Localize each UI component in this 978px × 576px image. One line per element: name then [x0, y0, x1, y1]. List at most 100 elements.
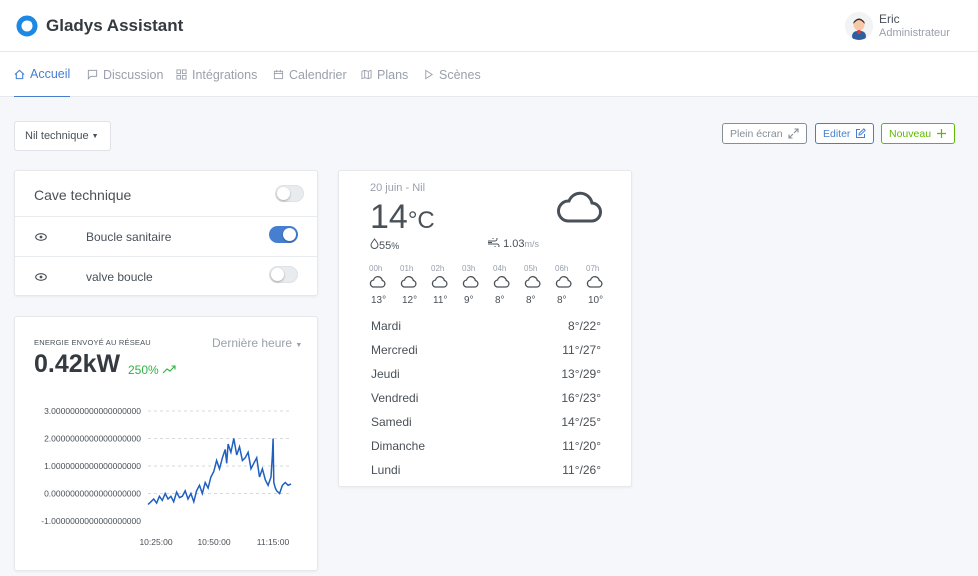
fullscreen-label: Plein écran — [730, 127, 783, 140]
humidity-value: 55 — [379, 240, 392, 252]
forecast-day-name: Vendredi — [371, 391, 419, 405]
energy-change: 250% — [128, 363, 176, 377]
boucle-sanitaire-toggle[interactable] — [269, 226, 298, 243]
forecast-day-name: Samedi — [371, 415, 412, 429]
calendar-icon — [273, 69, 284, 80]
weather-temperature: 14°C — [370, 198, 435, 237]
tab-plans[interactable]: Plans — [361, 52, 408, 97]
toggle-knob — [271, 268, 284, 281]
wind-icon — [488, 236, 500, 249]
wind-value: 1.03 — [503, 238, 525, 250]
humidity: 55% — [370, 238, 399, 252]
forecast-day-temperature: 11°/26° — [562, 463, 601, 477]
cloud-icon — [493, 276, 510, 288]
device-label-boucle-sanitaire: Boucle sanitaire — [86, 230, 172, 244]
wind: 1.03m/s — [487, 236, 539, 250]
forecast-day-row: Vendredi 16°/23° — [371, 391, 601, 405]
energy-series-line — [147, 438, 292, 506]
forecast-day-name: Jeudi — [371, 367, 400, 381]
caret-down-icon: ▼ — [91, 132, 99, 140]
hour-temperature: 12° — [402, 295, 418, 306]
x-tick-label: 11:15:00 — [257, 537, 290, 547]
tab-calendrier[interactable]: Calendrier — [273, 52, 347, 97]
forecast-day-name: Mardi — [371, 319, 402, 333]
tab-label: Intégrations — [192, 67, 258, 82]
x-tick-label: 10:25:00 — [139, 537, 172, 547]
period-select[interactable]: Dernière heure ▼ — [212, 336, 302, 350]
hour-temperature: 8° — [495, 295, 505, 306]
tab-label: Scènes — [439, 67, 481, 82]
cloud-icon — [369, 276, 386, 288]
weather-card: 20 juin - Nil 14°C 55% 1.03m/s 00h 13° 01h… — [338, 170, 632, 487]
toggle-knob — [277, 187, 290, 200]
energy-label: ENERGIE ENVOYÉ AU RÉSEAU — [34, 338, 151, 347]
cloud-icon — [586, 276, 603, 288]
valve-boucle-toggle[interactable] — [269, 266, 298, 283]
new-button[interactable]: Nouveau — [881, 123, 956, 144]
forecast-day-temperature: 14°/25° — [561, 415, 601, 429]
message-icon — [87, 69, 98, 80]
tab-integrations[interactable]: Intégrations — [176, 52, 257, 97]
temperature-value: 14 — [370, 198, 408, 236]
device-label-valve-boucle: valve boucle — [86, 270, 153, 284]
hour-label: 03h — [462, 264, 476, 273]
y-tick-label: 2.0000000000000000000 — [44, 434, 141, 444]
tab-discussion[interactable]: Discussion — [87, 52, 163, 97]
user-role: Administrateur — [879, 27, 950, 39]
hour-temperature: 10° — [588, 295, 604, 306]
gladys-logo-icon[interactable] — [16, 15, 38, 37]
droplet-icon — [370, 238, 379, 249]
period-value: Dernière heure — [212, 336, 293, 350]
user-name[interactable]: Eric — [879, 12, 900, 26]
house-select[interactable]: Nil technique ▼ — [14, 121, 111, 151]
user-avatar[interactable] — [845, 12, 873, 40]
wind-unit: m/s — [524, 239, 539, 249]
energy-chart: 3.0000000000000000000 2.00000000000000000… — [41, 406, 292, 547]
forecast-day-name: Lundi — [371, 463, 401, 477]
map-icon — [361, 69, 372, 80]
temperature-unit: °C — [407, 207, 435, 234]
hour-temperature: 8° — [557, 295, 567, 306]
caret-down-icon: ▼ — [295, 342, 303, 349]
hour-label: 02h — [431, 264, 445, 273]
cloud-icon — [557, 191, 602, 223]
hour-label: 01h — [400, 264, 414, 273]
top-header: Gladys Assistant Eric Administrateur — [0, 0, 978, 52]
eye-icon — [35, 273, 47, 281]
forecast-day-row: Lundi 11°/26° — [371, 463, 601, 477]
trending-up-icon — [162, 365, 176, 374]
chart-x-axis: 10:25:00 10:50:00 11:15:00 — [139, 537, 289, 547]
edit-button[interactable]: Editer — [815, 123, 875, 144]
forecast-day-row: Samedi 14°/25° — [371, 415, 601, 429]
cloud-icon — [462, 276, 479, 288]
tab-accueil[interactable]: Accueil — [14, 52, 71, 97]
forecast-day-temperature: 8°/22° — [568, 319, 601, 333]
home-icon — [14, 69, 25, 79]
divider — [15, 256, 317, 257]
chart-y-axis: 3.0000000000000000000 2.00000000000000000… — [41, 406, 141, 526]
energy-value: 0.42kW — [34, 350, 121, 378]
app-title[interactable]: Gladys Assistant — [46, 16, 183, 36]
cloud-icon — [431, 276, 448, 288]
y-tick-label: -1.0000000000000000000 — [41, 516, 141, 526]
tab-label: Accueil — [30, 67, 71, 81]
cloud-icon — [400, 276, 417, 288]
x-tick-label: 10:50:00 — [197, 537, 230, 547]
cloud-icon — [555, 276, 572, 288]
forecast-day-temperature: 13°/29° — [561, 367, 601, 381]
room-toggle[interactable] — [275, 185, 304, 202]
y-tick-label: 3.0000000000000000000 — [44, 406, 141, 416]
eye-icon — [35, 233, 47, 241]
toggle-knob — [283, 228, 296, 241]
grid-icon — [176, 69, 187, 80]
fullscreen-button[interactable]: Plein écran — [722, 123, 807, 144]
room-title: Cave technique — [34, 187, 132, 203]
hour-label: 00h — [369, 264, 383, 273]
forecast-day-row: Jeudi 13°/29° — [371, 367, 601, 381]
tab-scenes[interactable]: Scènes — [423, 52, 481, 97]
hour-label: 07h — [586, 264, 600, 273]
hour-label: 06h — [555, 264, 569, 273]
forecast-day-temperature: 11°/27° — [562, 343, 601, 357]
energy-card: ENERGIE ENVOYÉ AU RÉSEAU Dernière heure … — [14, 316, 318, 571]
weather-date: 20 juin - Nil — [370, 182, 426, 194]
